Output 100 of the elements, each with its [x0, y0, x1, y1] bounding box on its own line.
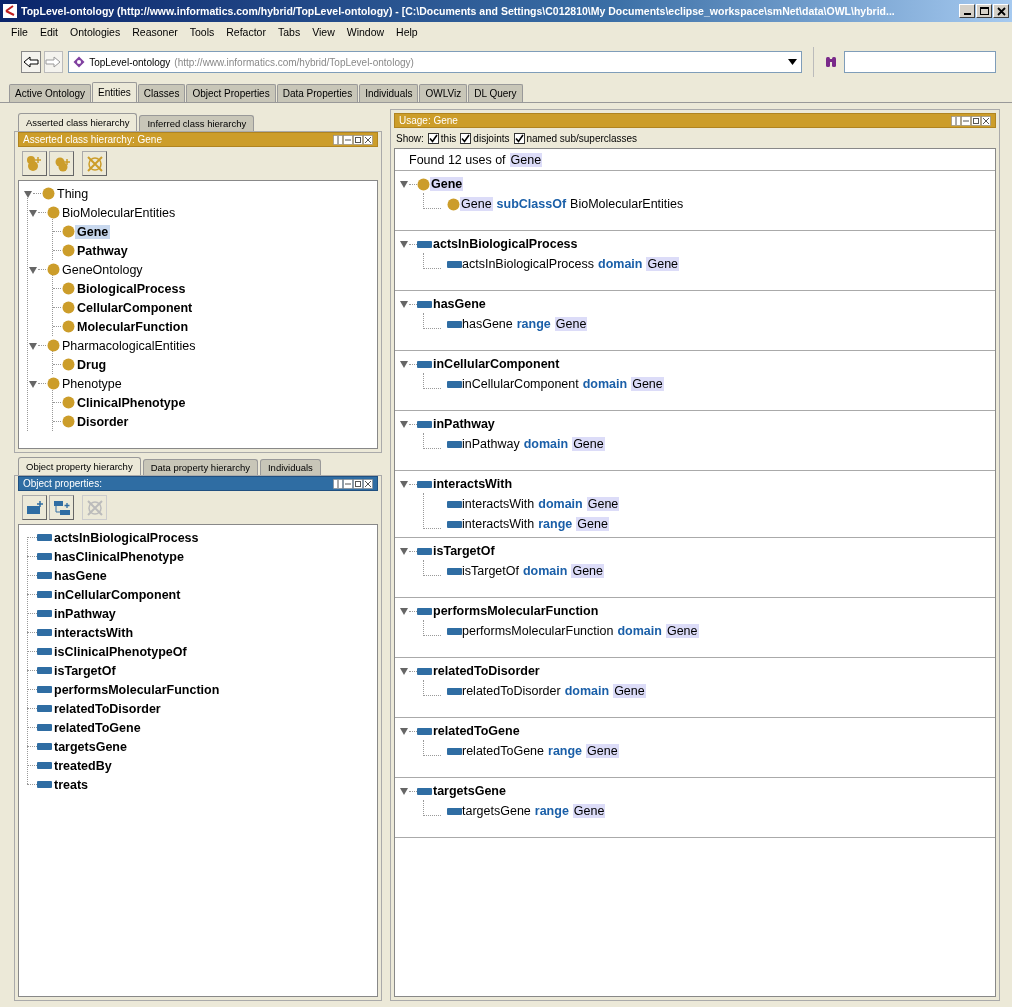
property-item[interactable]: isClinicalPhenotypeOf — [52, 644, 189, 659]
maximize-button[interactable] — [976, 4, 992, 18]
property-item[interactable]: performsMolecularFunction — [52, 682, 222, 697]
tab[interactable]: Object property hierarchy — [18, 457, 141, 475]
usage-entity[interactable]: Gene — [430, 177, 464, 191]
tree-item[interactable]: Drug — [75, 357, 109, 372]
property-item[interactable]: targetsGene — [52, 739, 129, 754]
add-sibling-button[interactable] — [49, 151, 74, 176]
tab[interactable]: Individuals — [359, 84, 419, 102]
tab[interactable]: Data property hierarchy — [142, 459, 258, 475]
dropdown-caret-icon[interactable] — [788, 59, 798, 65]
menu-item[interactable]: Help — [391, 24, 423, 40]
property-item[interactable]: inCellularComponent — [52, 587, 183, 602]
menu-item[interactable]: Ontologies — [65, 24, 126, 40]
usage-entity[interactable]: relatedToDisorder — [432, 664, 541, 678]
usage-entity[interactable]: relatedToGene — [432, 724, 521, 738]
tree-item[interactable]: MolecularFunction — [75, 319, 191, 334]
tab[interactable]: Inferred class hierarchy — [139, 115, 255, 131]
binoculars-icon[interactable] — [825, 56, 837, 68]
tab[interactable]: Entities — [92, 82, 137, 102]
add-subproperty-button[interactable] — [49, 495, 74, 520]
collapse-triangle-icon[interactable] — [399, 419, 409, 429]
property-item[interactable]: hasClinicalPhenotype — [52, 549, 186, 564]
usage-entity[interactable]: isTargetOf — [432, 544, 496, 558]
menu-item[interactable]: Refactor — [221, 24, 271, 40]
axiom-keyword: range — [538, 517, 573, 531]
tree-item[interactable]: Pathway — [75, 243, 130, 258]
collapse-triangle-icon[interactable] — [28, 378, 38, 389]
property-item[interactable]: isTargetOf — [52, 663, 118, 678]
property-item[interactable]: treatedBy — [52, 758, 114, 773]
usage-entity[interactable]: inCellularComponent — [432, 357, 561, 371]
search-field[interactable] — [844, 51, 996, 73]
tree-item[interactable]: PharmacologicalEntities — [60, 338, 198, 353]
minimize-icon — [963, 13, 971, 15]
tab[interactable]: Active Ontology — [9, 84, 92, 102]
property-item[interactable]: actsInBiologicalProcess — [52, 530, 201, 545]
menu-item[interactable]: File — [6, 24, 33, 40]
checkbox[interactable] — [513, 132, 525, 144]
usage-entity[interactable]: hasGene — [432, 297, 487, 311]
collapse-triangle-icon[interactable] — [399, 179, 409, 189]
close-button[interactable] — [993, 4, 1009, 18]
ontology-icon — [73, 56, 86, 68]
collapse-triangle-icon[interactable] — [23, 188, 33, 199]
collapse-triangle-icon[interactable] — [399, 299, 409, 309]
collapse-triangle-icon[interactable] — [399, 786, 409, 796]
collapse-triangle-icon[interactable] — [399, 546, 409, 556]
property-item[interactable]: relatedToDisorder — [52, 701, 163, 716]
add-property-button[interactable] — [22, 495, 47, 520]
tab[interactable]: Asserted class hierarchy — [18, 113, 138, 131]
minimize-button[interactable] — [959, 4, 975, 18]
tab[interactable]: Individuals — [259, 459, 321, 475]
usage-entity[interactable]: inPathway — [432, 417, 496, 431]
tree-item[interactable]: ClinicalPhenotype — [75, 395, 188, 410]
tree-item[interactable]: CellularComponent — [75, 300, 195, 315]
tab[interactable]: DL Query — [468, 84, 523, 102]
collapse-triangle-icon[interactable] — [399, 239, 409, 249]
property-item[interactable]: treats — [52, 777, 91, 792]
usage-entity[interactable]: interactsWith — [432, 477, 514, 491]
usage-entity[interactable]: targetsGene — [432, 784, 507, 798]
tree-item[interactable]: Gene — [75, 224, 111, 239]
tree-item[interactable]: BiologicalProcess — [75, 281, 188, 296]
add-subclass-button[interactable] — [22, 151, 47, 176]
collapse-triangle-icon[interactable] — [399, 606, 409, 616]
menu-item[interactable]: Window — [341, 24, 390, 40]
tree-item[interactable]: Thing — [55, 186, 91, 201]
collapse-triangle-icon[interactable] — [399, 479, 409, 489]
tree-item[interactable]: Phenotype — [60, 376, 124, 391]
tab[interactable]: OWLViz — [419, 84, 468, 102]
menu-item[interactable]: Edit — [34, 24, 63, 40]
usage-entity[interactable]: actsInBiologicalProcess — [432, 237, 579, 251]
back-button[interactable] — [21, 51, 41, 73]
tab[interactable]: Classes — [137, 84, 186, 102]
property-item[interactable]: relatedToGene — [52, 720, 143, 735]
ontology-combo-box[interactable]: TopLevel-ontology (http://www.informatics.com/hybrid/TopLevel-ontology) — [68, 51, 803, 73]
menu-item[interactable]: Tools — [184, 24, 220, 40]
collapse-triangle-icon[interactable] — [399, 359, 409, 369]
checkbox[interactable] — [460, 132, 472, 144]
menu-item[interactable]: Reasoner — [127, 24, 183, 40]
menu-item[interactable]: View — [307, 24, 340, 40]
collapse-triangle-icon[interactable] — [399, 666, 409, 676]
property-item[interactable]: hasGene — [52, 568, 109, 583]
delete-button[interactable] — [82, 151, 107, 176]
collapse-triangle-icon[interactable] — [28, 264, 38, 275]
collapse-triangle-icon[interactable] — [399, 726, 409, 736]
property-item[interactable]: inPathway — [52, 606, 118, 621]
view-controls-icon[interactable] — [951, 115, 991, 126]
checkbox[interactable] — [427, 132, 439, 144]
entity-name: Gene — [509, 152, 543, 167]
property-item[interactable]: interactsWith — [52, 625, 136, 640]
collapse-triangle-icon[interactable] — [28, 207, 38, 218]
tree-item[interactable]: Disorder — [75, 414, 131, 429]
tab[interactable]: Data Properties — [276, 84, 359, 102]
view-controls-icon[interactable] — [333, 134, 373, 145]
tab[interactable]: Object Properties — [186, 84, 276, 102]
menu-item[interactable]: Tabs — [272, 24, 306, 40]
usage-entity[interactable]: performsMolecularFunction — [432, 604, 600, 618]
tree-item[interactable]: BioMolecularEntities — [60, 205, 178, 220]
tree-item[interactable]: GeneOntology — [60, 262, 145, 277]
collapse-triangle-icon[interactable] — [28, 340, 38, 351]
view-controls-icon[interactable] — [333, 478, 373, 489]
